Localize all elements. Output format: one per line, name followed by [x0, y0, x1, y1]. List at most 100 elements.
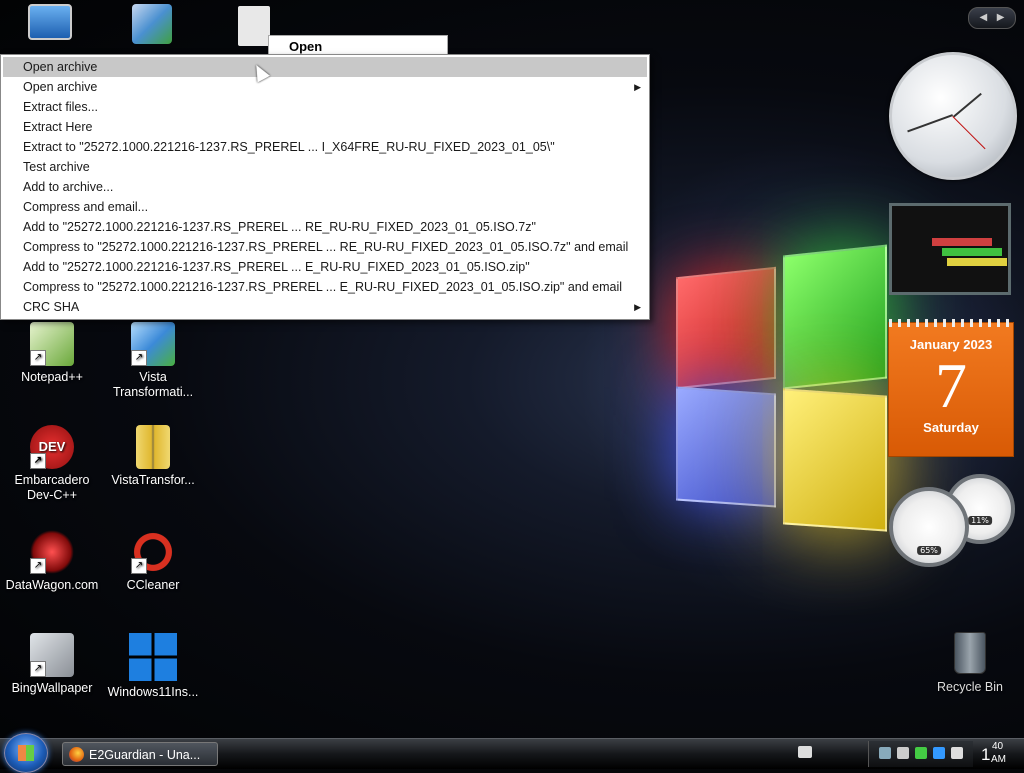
- context-menu-item-label: Open archive: [23, 80, 98, 94]
- slideshow-gadget[interactable]: [889, 203, 1011, 295]
- clock-second-hand: [952, 116, 986, 150]
- keyboard-icon[interactable]: [798, 746, 812, 758]
- desktop-icon-label: Vista Transformati...: [112, 370, 194, 399]
- context-menu-item[interactable]: Add to "25272.1000.221216-1237.RS_PREREL…: [1, 217, 649, 237]
- recycle-bin[interactable]: Recycle Bin: [930, 632, 1010, 694]
- desktop-icon-vistatransfor-zip[interactable]: VistaTransfor...: [103, 425, 203, 488]
- taskbar-clock[interactable]: 1 40 AM: [978, 739, 1024, 769]
- shortcut-arrow-icon: ↗: [131, 350, 147, 366]
- taskbar-window-label: E2Guardian - Una...: [89, 748, 201, 762]
- context-menu-item-label: Open archive: [23, 60, 98, 74]
- shortcut-arrow-icon: ↗: [131, 558, 147, 574]
- wallpaper-pane-blue: [676, 386, 776, 508]
- clock-minute: 40: [992, 741, 1004, 752]
- context-menu-item-label: Extract files...: [23, 100, 99, 114]
- context-menu-item[interactable]: Add to "25272.1000.221216-1237.RS_PREREL…: [1, 257, 649, 277]
- control-panel-icon: [132, 4, 172, 44]
- context-menu-item-label: Compress to "25272.1000.221216-1237.RS_P…: [23, 240, 629, 254]
- open-command-label: Open: [289, 39, 323, 54]
- shortcut-arrow-icon: ↗: [30, 558, 46, 574]
- action-center-icon[interactable]: [951, 747, 963, 759]
- ccleaner-icon: ↗: [131, 530, 175, 574]
- desktop-icon-label: VistaTransfor...: [111, 473, 195, 487]
- clock-hour-hand: [953, 92, 982, 118]
- control-panel-desktop-icon[interactable]: [102, 4, 202, 48]
- context-menu-item[interactable]: Extract Here: [1, 117, 649, 137]
- notepad-icon: ↗: [30, 322, 74, 366]
- network-icon[interactable]: [879, 747, 891, 759]
- taskbar: E2Guardian - Una... 1 40 AM: [0, 733, 1024, 773]
- submenu-arrow-icon: ▶: [634, 302, 641, 312]
- calendar-gadget[interactable]: January 2023 7 Saturday: [888, 319, 1014, 457]
- context-menu-item[interactable]: Test archive: [1, 157, 649, 177]
- calendar-rings: [889, 319, 1013, 327]
- context-menu-item[interactable]: Compress and email...: [1, 197, 649, 217]
- display-icon[interactable]: [933, 747, 945, 759]
- zip-folder-icon: [136, 425, 170, 469]
- clock-minute-hand: [907, 114, 953, 133]
- computer-desktop-icon[interactable]: [0, 4, 100, 44]
- start-button[interactable]: [4, 733, 48, 773]
- gadget-next-icon[interactable]: ▶: [997, 12, 1005, 23]
- desktop-icon-label: BingWallpaper: [11, 681, 93, 695]
- cpu-meter-value: 65%: [917, 546, 941, 555]
- dev-cpp-badge: DEV: [38, 439, 66, 454]
- slideshow-image: [932, 238, 992, 246]
- desktop-icon-datawagon[interactable]: ↗ DataWagon.com: [2, 530, 102, 593]
- firefox-icon: [69, 747, 84, 762]
- vista-icon: ↗: [131, 322, 175, 366]
- clock-ampm: AM: [991, 754, 1006, 765]
- context-menu-item-label: Extract to "25272.1000.221216-1237.RS_PR…: [23, 140, 555, 154]
- windows-logo-icon: [129, 633, 177, 681]
- gadget-prev-icon[interactable]: ◀: [980, 12, 988, 23]
- desktop-icon-bingwallpaper[interactable]: ↗ BingWallpaper: [2, 633, 102, 696]
- datawagon-icon: ↗: [30, 530, 74, 574]
- computer-icon: [28, 4, 72, 40]
- context-menu-item[interactable]: Add to archive...: [1, 177, 649, 197]
- context-menu-item[interactable]: Extract to "25272.1000.221216-1237.RS_PR…: [1, 137, 649, 157]
- wallpaper-pane-red: [676, 266, 776, 390]
- desktop-icon-label: CCleaner: [126, 578, 180, 592]
- context-menu-item[interactable]: Extract files...: [1, 97, 649, 117]
- slideshow-image-stripe: [942, 248, 1002, 256]
- context-menu-item[interactable]: Open archive: [3, 57, 647, 77]
- desktop-icon-label: Embarcadero Dev-C++: [14, 473, 90, 502]
- shortcut-arrow-icon: ↗: [30, 661, 46, 677]
- desktop-icon-windows11-installer[interactable]: Windows11Ins...: [103, 633, 203, 700]
- context-menu-item[interactable]: Open archive ▶: [1, 77, 649, 97]
- volume-icon[interactable]: [897, 747, 909, 759]
- context-menu-item[interactable]: Compress to "25272.1000.221216-1237.RS_P…: [1, 277, 649, 297]
- wallpaper-pane-yellow: [783, 388, 887, 532]
- desktop-icon-embarcadero-dev-cpp[interactable]: DEV ↗ Embarcadero Dev-C++: [2, 425, 102, 503]
- gadget-navigator[interactable]: ◀ ▶: [968, 7, 1016, 29]
- desktop-icon-ccleaner[interactable]: ↗ CCleaner: [103, 530, 203, 593]
- open-command-popup[interactable]: Open: [268, 35, 448, 55]
- wallpaper-pane-green: [783, 244, 887, 390]
- desktop-icon-vista-transformation[interactable]: ↗ Vista Transformati...: [103, 322, 203, 400]
- submenu-arrow-icon: ▶: [634, 82, 641, 92]
- antivirus-icon[interactable]: [915, 747, 927, 759]
- desktop-icon-notepad-plus-plus[interactable]: ↗ Notepad++: [2, 322, 102, 385]
- slideshow-image-stripe-2: [947, 258, 1007, 266]
- context-menu-item-label: Compress to "25272.1000.221216-1237.RS_P…: [23, 280, 623, 294]
- clock-gadget[interactable]: [889, 52, 1017, 180]
- shortcut-arrow-icon: ↗: [30, 350, 46, 366]
- dev-cpp-icon: DEV ↗: [30, 425, 74, 469]
- context-menu-item-label: Add to "25272.1000.221216-1237.RS_PREREL…: [23, 220, 536, 234]
- context-menu-item-label: CRC SHA: [23, 300, 80, 314]
- cpu-meter-gadget[interactable]: 65%: [889, 487, 969, 567]
- context-menu: Open archive Open archive ▶ Extract files..…: [0, 54, 650, 320]
- shortcut-arrow-icon: ↗: [30, 453, 46, 469]
- context-menu-item[interactable]: CRC SHA ▶: [1, 297, 649, 317]
- windows-flag-icon: [18, 745, 34, 761]
- recycle-bin-icon: [954, 632, 986, 674]
- context-menu-item-label: Extract Here: [23, 120, 93, 134]
- context-menu-item[interactable]: Compress to "25272.1000.221216-1237.RS_P…: [1, 237, 649, 257]
- desktop-icon-label: Windows11Ins...: [107, 685, 199, 699]
- desktop-icon-label: Notepad++: [21, 370, 83, 384]
- calendar-day: 7: [935, 350, 967, 421]
- taskbar-window-button[interactable]: E2Guardian - Una...: [62, 742, 218, 766]
- recycle-bin-label: Recycle Bin: [937, 680, 1003, 694]
- context-menu-item-label: Test archive: [23, 160, 90, 174]
- bing-icon: ↗: [30, 633, 74, 677]
